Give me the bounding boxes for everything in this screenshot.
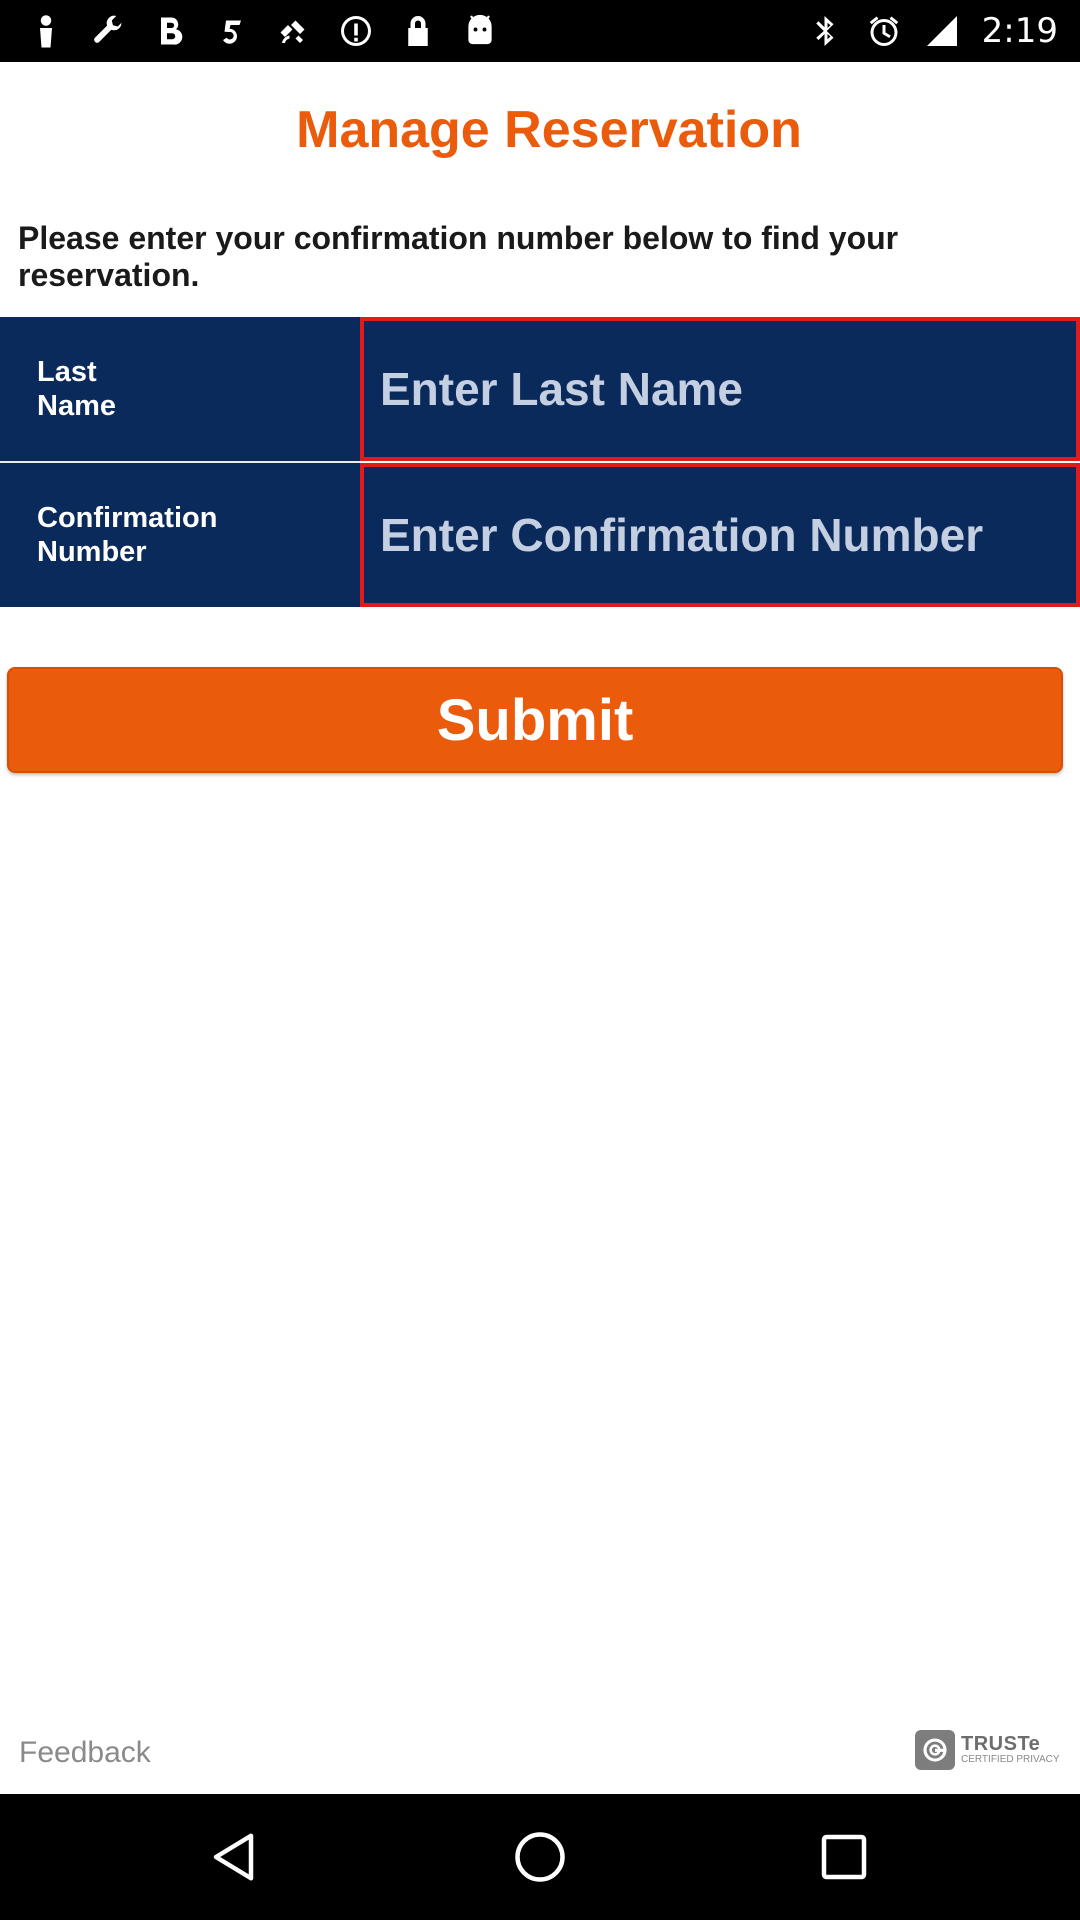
lock-icon: [400, 13, 436, 49]
confirmation-number-input[interactable]: [360, 463, 1080, 607]
person-icon: [28, 13, 64, 49]
confirmation-number-label: Confirmation Number: [37, 502, 218, 568]
five-icon: [214, 13, 250, 49]
submit-button[interactable]: Submit: [7, 667, 1063, 773]
bold-b-icon: [152, 13, 188, 49]
truste-seal-icon: [915, 1730, 955, 1770]
page-title: Manage Reservation: [296, 101, 802, 159]
last-name-row: Last Name: [0, 317, 1080, 461]
back-button[interactable]: [176, 1794, 296, 1920]
status-time: 2:19: [981, 11, 1058, 51]
android-icon: [462, 13, 498, 49]
bluetooth-icon: [808, 13, 844, 49]
truste-text: TRUSTe CERTIFIED PRIVACY: [961, 1734, 1060, 1766]
recent-apps-button[interactable]: [784, 1794, 904, 1920]
signal-icon: [924, 13, 960, 49]
recent-apps-icon: [821, 1834, 867, 1880]
wrench-icon: [90, 13, 126, 49]
back-icon: [213, 1833, 254, 1881]
last-name-label: Last Name: [37, 356, 116, 422]
truste-subtitle: CERTIFIED PRIVACY: [961, 1754, 1060, 1765]
alarm-icon: [866, 13, 902, 49]
confirmation-number-row: Confirmation Number: [0, 463, 1080, 607]
fake-gps-icon: [276, 13, 312, 49]
info-circle-icon: [338, 13, 374, 49]
navigation-bar: [0, 1794, 1080, 1920]
status-bar: 2:19: [0, 0, 1080, 62]
home-icon: [515, 1832, 565, 1882]
truste-name: TRUSTe: [961, 1733, 1041, 1755]
status-bar-notifications: [28, 0, 498, 62]
home-button[interactable]: [480, 1794, 600, 1920]
feedback-link[interactable]: Feedback: [19, 1736, 151, 1770]
intro-text: Please enter your confirmation number be…: [18, 220, 899, 293]
status-bar-system: 2:19: [808, 0, 1058, 62]
last-name-input[interactable]: [360, 317, 1080, 461]
truste-badge[interactable]: TRUSTe CERTIFIED PRIVACY: [915, 1730, 1060, 1770]
